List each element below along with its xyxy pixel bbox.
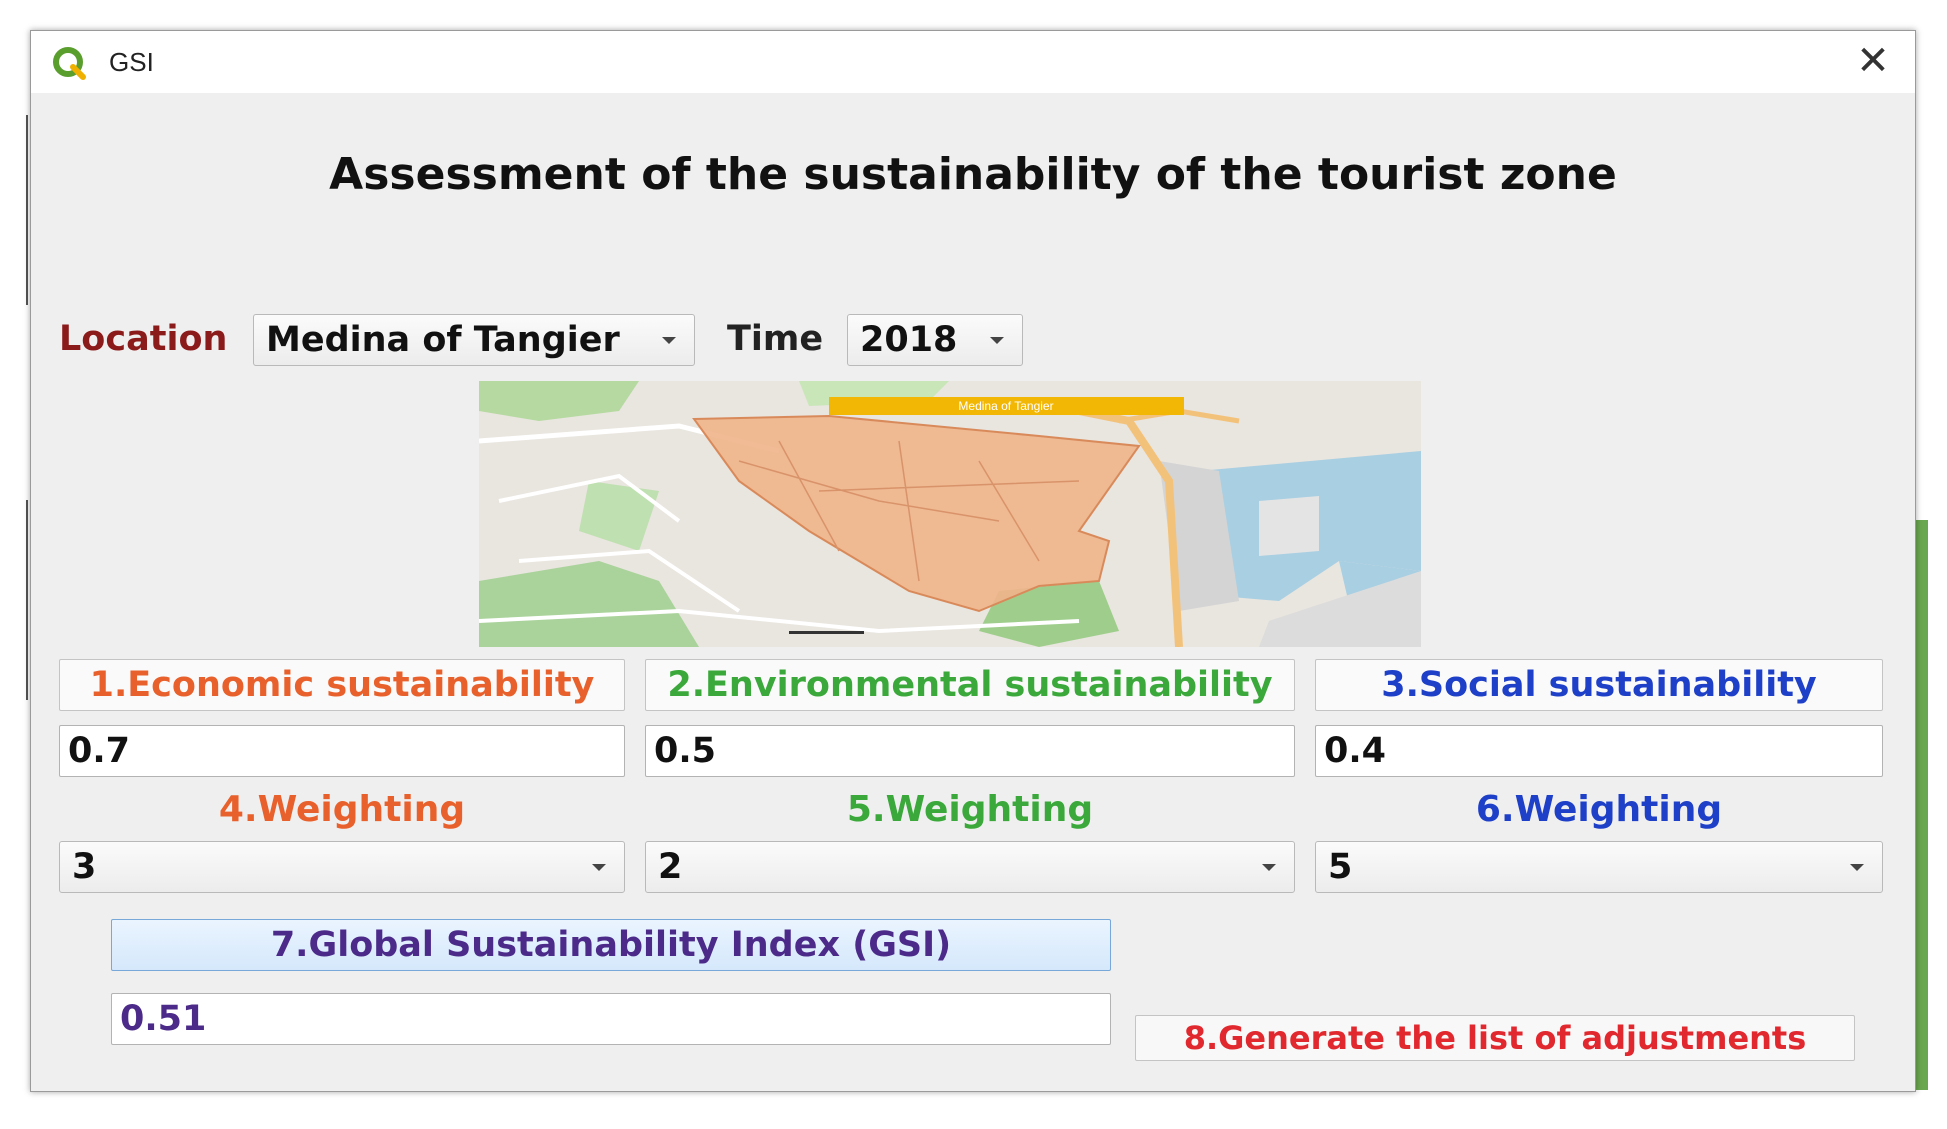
chevron-down-icon bbox=[1850, 864, 1864, 871]
social-weighting-value: 5 bbox=[1328, 847, 1353, 887]
social-sustainability-button[interactable]: 3.Social sustainability bbox=[1315, 659, 1883, 711]
location-select-value: Medina of Tangier bbox=[266, 320, 620, 360]
social-value-field[interactable]: 0.4 bbox=[1315, 725, 1883, 777]
time-select[interactable]: 2018 bbox=[847, 314, 1023, 366]
economic-weighting-select[interactable]: 3 bbox=[59, 841, 625, 893]
generate-adjustments-button[interactable]: 8.Generate the list of adjustments bbox=[1135, 1015, 1855, 1061]
environmental-sustainability-button[interactable]: 2.Environmental sustainability bbox=[645, 659, 1295, 711]
gsi-button[interactable]: 7.Global Sustainability Index (GSI) bbox=[111, 919, 1111, 971]
social-weighting-label: 6.Weighting bbox=[1475, 789, 1723, 830]
economic-sustainability-button[interactable]: 1.Economic sustainability bbox=[59, 659, 625, 711]
chevron-down-icon bbox=[662, 337, 676, 344]
zone-map: Medina of Tangier bbox=[479, 381, 1421, 647]
time-select-value: 2018 bbox=[860, 320, 958, 360]
location-select[interactable]: Medina of Tangier bbox=[253, 314, 695, 366]
chevron-down-icon bbox=[990, 337, 1004, 344]
map-graphic: Medina of Tangier bbox=[479, 381, 1421, 647]
close-icon[interactable]: ✕ bbox=[1849, 37, 1897, 85]
qgis-icon bbox=[53, 47, 86, 80]
chevron-down-icon bbox=[1262, 864, 1276, 871]
social-weighting-select[interactable]: 5 bbox=[1315, 841, 1883, 893]
environmental-weighting-select[interactable]: 2 bbox=[645, 841, 1295, 893]
economic-weighting-label: 4.Weighting bbox=[218, 789, 466, 830]
window-title: GSI bbox=[109, 47, 154, 77]
title-bar: GSI ✕ bbox=[31, 31, 1915, 93]
page-title: Assessment of the sustainability of the … bbox=[329, 149, 1617, 200]
economic-weighting-value: 3 bbox=[72, 847, 97, 887]
background-border bbox=[26, 115, 28, 305]
background-panel bbox=[1914, 520, 1928, 1090]
background-border bbox=[26, 500, 28, 700]
time-label: Time bbox=[727, 319, 824, 359]
environmental-weighting-label: 5.Weighting bbox=[846, 789, 1094, 830]
environmental-value-field[interactable]: 0.5 bbox=[645, 725, 1295, 777]
environmental-weighting-value: 2 bbox=[658, 847, 683, 887]
gsi-dialog: GSI ✕ Assessment of the sustainability o… bbox=[30, 30, 1916, 1092]
economic-value-field[interactable]: 0.7 bbox=[59, 725, 625, 777]
map-banner: Medina of Tangier bbox=[958, 399, 1053, 413]
location-label: Location bbox=[59, 319, 228, 359]
chevron-down-icon bbox=[592, 864, 606, 871]
gsi-value-field[interactable]: 0.51 bbox=[111, 993, 1111, 1045]
